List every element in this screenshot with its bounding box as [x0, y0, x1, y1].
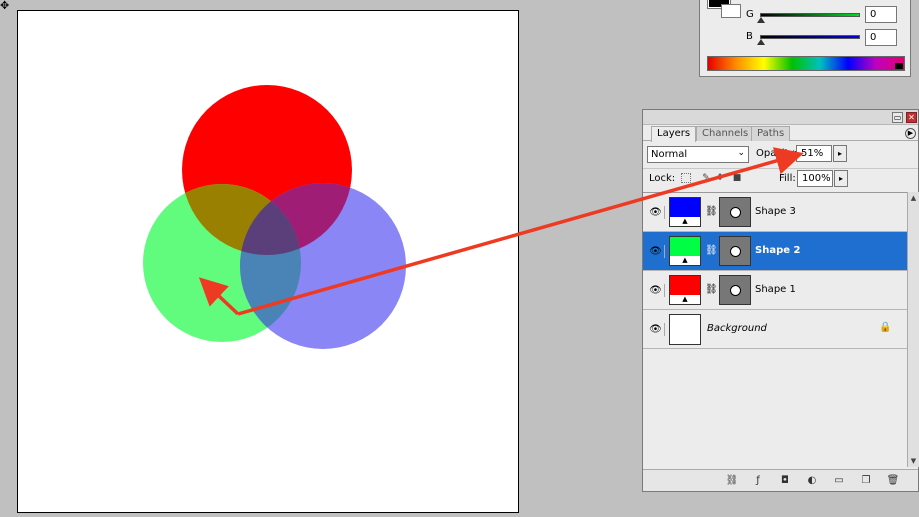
color-fill-swatch: [670, 237, 700, 257]
trash-icon[interactable]: 🗑: [886, 474, 900, 488]
minimize-icon[interactable]: ▭: [892, 112, 903, 123]
chain-link-icon[interactable]: ⛓: [705, 284, 718, 296]
fill-indicator-icon: ▲: [670, 256, 700, 265]
chain-link-icon[interactable]: ⛓: [705, 245, 718, 257]
color-spectrum[interactable]: [707, 56, 905, 71]
panel-titlebar[interactable]: ▭ ✕: [643, 110, 918, 125]
green-slider-thumb[interactable]: [757, 17, 765, 23]
blue-value-input[interactable]: 0: [865, 29, 897, 46]
layers-bottom-toolbar: ⛓ ƒ ◘ ◐ ▭ ❐ 🗑: [643, 469, 918, 491]
layer-list: 👁 ▲ ⛓ Shape 3 👁 ▲ ⛓ Shape 2 👁 ▲ ⛓ Shape …: [643, 192, 907, 467]
blue-channel-label: B: [746, 31, 753, 42]
layer-name: Shape 2: [755, 245, 801, 256]
adjustment-layer-icon[interactable]: ◐: [805, 474, 819, 488]
background-swatch[interactable]: [721, 4, 741, 18]
opacity-slider-button[interactable]: ▸: [833, 145, 847, 162]
layer-row-shape-1[interactable]: 👁 ▲ ⛓ Shape 1: [643, 271, 907, 310]
scroll-up-icon[interactable]: ▲: [908, 192, 919, 204]
new-layer-icon[interactable]: ❐: [859, 474, 873, 488]
green-channel-label: G: [746, 9, 754, 20]
layer-row-shape-2[interactable]: 👁 ▲ ⛓ Shape 2: [643, 232, 907, 271]
add-mask-icon[interactable]: ◘: [778, 474, 792, 488]
layer-name: Shape 1: [755, 284, 796, 295]
layer-color-thumbnail: ▲: [669, 236, 701, 266]
fill-input[interactable]: 100%: [797, 170, 833, 187]
layer-color-thumbnail: ▲: [669, 197, 701, 227]
spectrum-black-swatch[interactable]: [895, 63, 903, 69]
layers-scrollbar[interactable]: ▲ ▼: [907, 192, 919, 467]
layer-name: Background: [707, 323, 767, 334]
circles-artwork: [143, 85, 406, 349]
background-thumbnail: [669, 314, 701, 345]
lock-row: Lock: ✎ ✥ ■ Fill: 100% ▸: [643, 168, 918, 188]
move-cursor-icon: ✥: [0, 0, 10, 12]
blue-slider[interactable]: [760, 35, 860, 39]
lock-pixels-icon[interactable]: ✎: [701, 173, 711, 183]
visibility-eye-icon[interactable]: 👁: [647, 284, 665, 297]
close-icon[interactable]: ✕: [906, 112, 917, 123]
layer-row-shape-3[interactable]: 👁 ▲ ⛓ Shape 3: [643, 193, 907, 232]
tab-paths[interactable]: Paths: [751, 126, 791, 141]
chevron-down-icon: ⌄: [737, 148, 745, 158]
lock-all-icon[interactable]: ■: [732, 173, 742, 183]
color-fill-swatch: [670, 276, 700, 296]
vector-mask-thumbnail: [719, 275, 751, 305]
blend-mode-value: Normal: [651, 149, 688, 160]
green-slider[interactable]: [760, 13, 860, 17]
layer-style-icon[interactable]: ƒ: [751, 474, 765, 488]
green-value-input[interactable]: 0: [865, 6, 897, 23]
fill-label: Fill:: [779, 173, 796, 184]
new-group-icon[interactable]: ▭: [832, 474, 846, 488]
lock-position-icon[interactable]: ✥: [715, 173, 725, 183]
fill-indicator-icon: ▲: [670, 217, 700, 226]
vector-mask-thumbnail: [719, 236, 751, 266]
color-fill-swatch: [670, 198, 700, 218]
layer-name: Shape 3: [755, 206, 796, 217]
blue-slider-thumb[interactable]: [757, 39, 765, 45]
fill-indicator-icon: ▲: [670, 295, 700, 304]
layer-color-thumbnail: ▲: [669, 275, 701, 305]
lock-transparency-icon[interactable]: [681, 173, 691, 183]
fill-slider-button[interactable]: ▸: [834, 170, 848, 187]
panel-tabs: Layers Channels Paths ▶: [643, 125, 918, 142]
vector-mask-thumbnail: [719, 197, 751, 227]
panel-menu-icon[interactable]: ▶: [905, 128, 916, 139]
color-panel: G 0 B 0: [699, 0, 911, 77]
tab-layers[interactable]: Layers: [651, 126, 697, 142]
link-layers-icon[interactable]: ⛓: [725, 474, 739, 488]
blend-mode-select[interactable]: Normal ⌄: [647, 146, 749, 163]
lock-icon: 🔒: [879, 322, 892, 333]
visibility-eye-icon[interactable]: 👁: [647, 323, 665, 336]
chain-link-icon[interactable]: ⛓: [705, 206, 718, 218]
layer-row-background[interactable]: 👁 Background 🔒: [643, 310, 907, 349]
tab-channels[interactable]: Channels: [696, 126, 755, 141]
scroll-down-icon[interactable]: ▼: [908, 455, 919, 467]
lock-label: Lock:: [649, 173, 676, 184]
visibility-eye-icon[interactable]: 👁: [647, 206, 665, 219]
document-canvas[interactable]: [17, 10, 519, 513]
layers-panel: ▭ ✕ Layers Channels Paths ▶ Normal ⌄ Opa…: [642, 109, 919, 492]
visibility-eye-icon[interactable]: 👁: [647, 245, 665, 258]
opacity-label: Opacity:: [756, 148, 798, 159]
opacity-input[interactable]: 51%: [796, 145, 832, 162]
